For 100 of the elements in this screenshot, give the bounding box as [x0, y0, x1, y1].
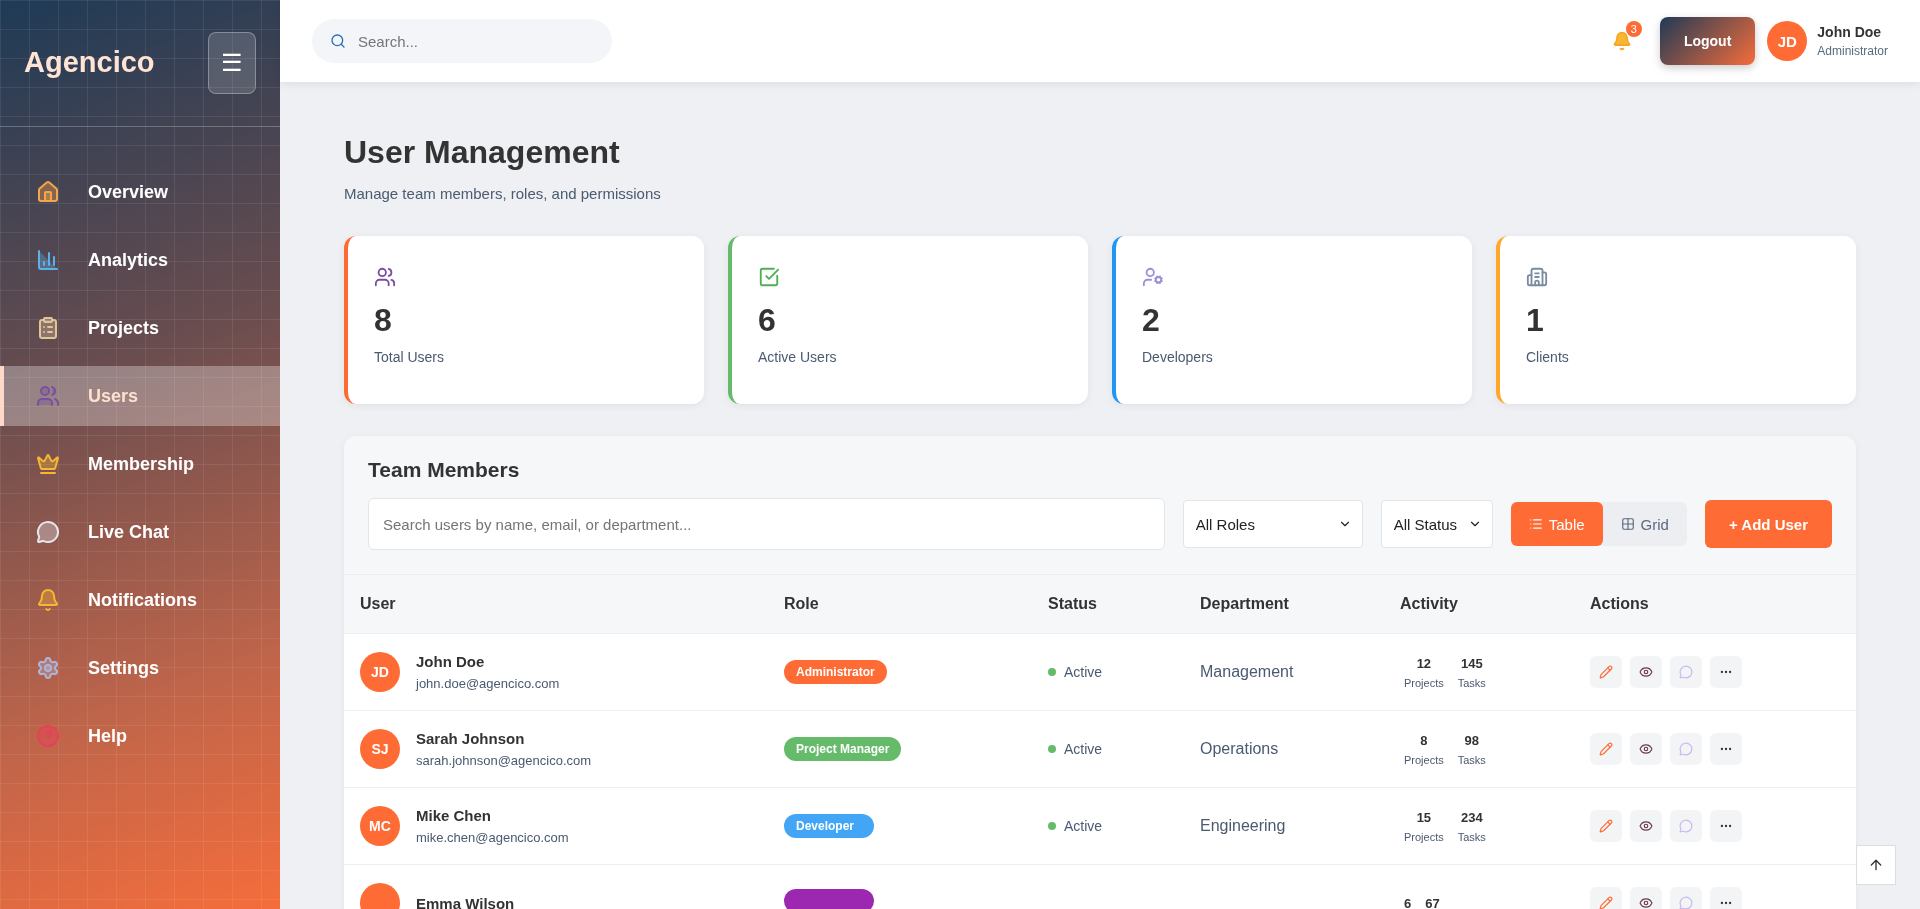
bell-icon: [36, 588, 60, 612]
message-button[interactable]: [1670, 810, 1702, 842]
role-tag: Developer: [784, 814, 874, 838]
eye-icon: [1639, 742, 1653, 756]
stat-label: Total Users: [374, 349, 446, 365]
column-header: Status: [1048, 595, 1098, 613]
clipboard-icon: [36, 316, 60, 340]
eye-icon: [1639, 665, 1653, 679]
nav-item[interactable]: Help: [0, 706, 280, 766]
nav-item[interactable]: Settings: [0, 638, 280, 698]
users-icon: [374, 266, 396, 288]
column-header: Activity: [1400, 595, 1459, 613]
pencil-icon: [1599, 665, 1613, 679]
bar-chart-icon: [36, 248, 60, 272]
user-email: mike.chen@agencico.com: [416, 830, 569, 845]
list-icon: [1528, 517, 1543, 531]
column-header: User: [360, 595, 397, 613]
department: Management: [1200, 663, 1294, 680]
status-label: Active: [1048, 664, 1200, 680]
activity-label: Projects: [1404, 830, 1444, 843]
column-header: Role: [784, 595, 820, 613]
logout-button[interactable]: Logout: [1659, 17, 1756, 65]
menu-button[interactable]: ☰: [208, 32, 256, 94]
bell-icon[interactable]: [1611, 31, 1632, 51]
user-email: sarah.johnson@agencico.com: [416, 753, 592, 768]
search-field[interactable]: Search...: [312, 19, 612, 63]
speech-bubble-icon: [1679, 896, 1693, 909]
user-search-field[interactable]: Search users by name, email, or department...: [368, 498, 1165, 550]
more-button[interactable]: [1710, 656, 1742, 688]
user-name: John Doe: [416, 653, 486, 670]
notification-count: 3: [1625, 21, 1642, 37]
activity-count: 98: [1464, 732, 1480, 748]
user-avatar: SJ: [360, 729, 400, 769]
activity-label: Tasks: [1457, 676, 1486, 689]
edit-button[interactable]: [1590, 810, 1622, 842]
nav-item[interactable]: Projects: [0, 298, 280, 358]
stat-value: 8: [374, 302, 393, 339]
activity-label: Projects: [1404, 753, 1444, 766]
more-button[interactable]: [1710, 810, 1742, 842]
nav-item[interactable]: Notifications: [0, 570, 280, 630]
pencil-icon: [1599, 896, 1613, 909]
role-filter[interactable]: All Roles: [1182, 500, 1363, 548]
speech-bubble-icon: [1679, 819, 1693, 833]
activity-count: 145: [1460, 655, 1483, 671]
column-header: Actions: [1590, 595, 1650, 613]
stat-value: 1: [1526, 302, 1545, 339]
search-icon: [330, 33, 346, 49]
user-role: Administrator: [1817, 44, 1888, 58]
scroll-top-button[interactable]: [1856, 845, 1896, 885]
message-button[interactable]: [1670, 656, 1702, 688]
activity-count: 6: [1404, 895, 1412, 909]
check-square-icon: [758, 266, 780, 288]
speech-bubble-icon: [1679, 665, 1693, 679]
more-button[interactable]: [1710, 733, 1742, 765]
status-filter[interactable]: All Status: [1380, 500, 1493, 548]
message-button[interactable]: [1670, 733, 1702, 765]
speech-bubble-icon: [36, 520, 60, 544]
activity-count: 15: [1416, 809, 1432, 825]
stat-value: 2: [1142, 302, 1161, 339]
house-icon: [36, 180, 60, 204]
speech-bubble-icon: [1679, 742, 1693, 756]
role-tag: Administrator: [784, 660, 887, 684]
role-tag: Project Manager: [784, 737, 902, 761]
status-label: Active: [1048, 741, 1200, 757]
edit-button[interactable]: [1590, 733, 1622, 765]
gear-icon: [36, 656, 60, 680]
nav-item[interactable]: Membership: [0, 434, 280, 494]
view-button[interactable]: [1630, 810, 1662, 842]
nav-item[interactable]: Live Chat: [0, 502, 280, 562]
question-icon: [36, 724, 60, 748]
user-gear-icon: [1142, 266, 1164, 288]
activity-label: Tasks: [1457, 753, 1486, 766]
nav-item[interactable]: Analytics: [0, 230, 280, 290]
view-tab[interactable]: Grid: [1602, 502, 1687, 546]
activity-count: 67: [1425, 895, 1440, 909]
activity-count: 8: [1420, 732, 1428, 748]
stat-label: Active Users: [758, 349, 838, 365]
view-button[interactable]: [1630, 656, 1662, 688]
column-header: Department: [1200, 595, 1290, 613]
user-avatar: JD: [360, 652, 400, 692]
view-button[interactable]: [1630, 733, 1662, 765]
logo: Agencico: [24, 46, 155, 79]
pencil-icon: [1599, 742, 1613, 756]
activity-label: Projects: [1404, 676, 1444, 689]
nav-item[interactable]: Overview: [0, 162, 280, 222]
page-title: User Management: [344, 134, 621, 171]
status-label: Active: [1048, 818, 1200, 834]
user-name: Emma Wilson: [416, 894, 515, 909]
department: Engineering: [1200, 817, 1286, 834]
section-title: Team Members: [368, 458, 521, 482]
users-icon: [36, 384, 60, 408]
user-email: john.doe@agencico.com: [416, 676, 560, 691]
activity-count: 234: [1460, 809, 1483, 825]
user-avatar: MC: [360, 806, 400, 846]
eye-icon: [1639, 819, 1653, 833]
user-name: John Doe: [1817, 24, 1883, 40]
edit-button[interactable]: [1590, 656, 1622, 688]
building-icon: [1526, 266, 1548, 288]
user-avatar: JD: [1767, 21, 1808, 61]
stat-label: Developers: [1142, 349, 1214, 365]
